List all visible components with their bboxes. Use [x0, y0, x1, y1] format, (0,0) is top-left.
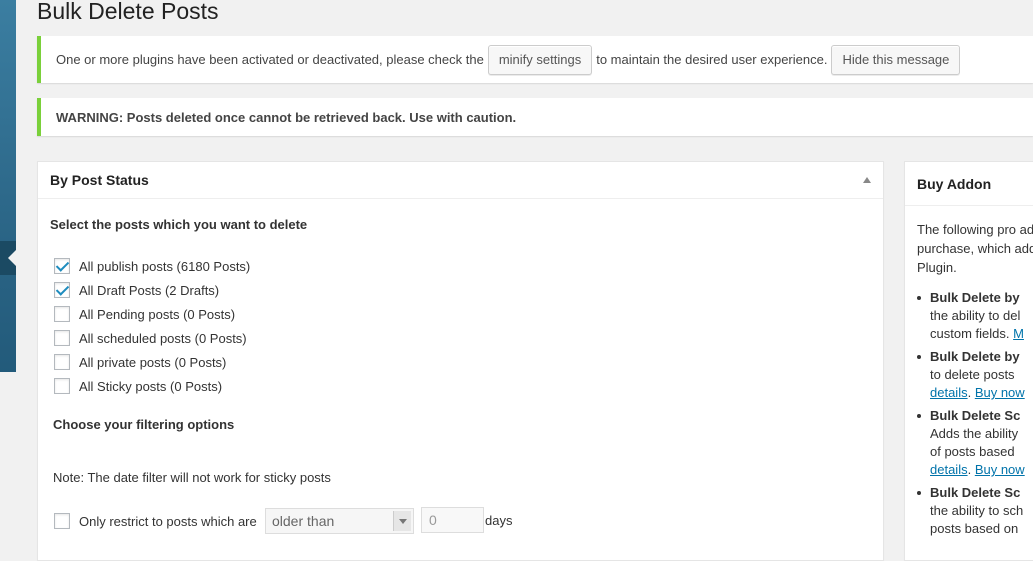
- addon-desc: posts based on: [930, 521, 1019, 536]
- select-arrow-icon: [393, 511, 411, 531]
- buy-addon-title: Buy Addon: [917, 175, 992, 192]
- addon-list: Bulk Delete by the ability to del custom…: [917, 289, 1033, 543]
- restrict-operator-value: older than: [272, 513, 335, 529]
- buy-now-link[interactable]: Buy now: [975, 462, 1025, 477]
- addon-item: Bulk Delete Sc Adds the ability of posts…: [917, 407, 1033, 479]
- admin-menu-lower: [0, 372, 16, 542]
- hide-message-button[interactable]: Hide this message: [831, 44, 961, 75]
- filter-heading: Choose your filtering options: [53, 417, 235, 432]
- restrict-operator-select[interactable]: older than: [265, 508, 414, 534]
- plugins-notice-text-after: to maintain the desired user experience.: [596, 52, 828, 67]
- option-publish-checkbox[interactable]: [54, 258, 70, 274]
- restrict-checkbox[interactable]: [54, 513, 70, 529]
- restrict-row[interactable]: Only restrict to posts which are: [54, 513, 257, 529]
- by-post-status-box: By Post Status Select the posts which yo…: [37, 161, 884, 561]
- addon-item: Bulk Delete by the ability to del custom…: [917, 289, 1033, 343]
- buy-now-link[interactable]: Buy now: [975, 385, 1025, 400]
- addon-desc: the ability to sch: [930, 503, 1024, 518]
- more-details-link[interactable]: M: [1013, 326, 1024, 341]
- sticky-note: Note: The date filter will not work for …: [53, 470, 331, 485]
- addon-desc: to delete posts: [930, 367, 1015, 382]
- addon-title: Bulk Delete by: [930, 290, 1020, 305]
- option-draft-row[interactable]: All Draft Posts (2 Drafts): [54, 282, 219, 298]
- intro-line: purchase, which add: [917, 241, 1033, 256]
- option-scheduled-label: All scheduled posts (0 Posts): [79, 330, 247, 346]
- intro-line: Plugin.: [917, 260, 957, 275]
- addon-item: Bulk Delete by to delete posts details. …: [917, 348, 1033, 402]
- option-private-checkbox[interactable]: [54, 354, 70, 370]
- option-pending-checkbox[interactable]: [54, 306, 70, 322]
- buy-addon-box: Buy Addon The following pro add purchase…: [904, 161, 1033, 561]
- select-posts-label: Select the posts which you want to delet…: [50, 217, 308, 232]
- page-title: Bulk Delete Posts: [37, 0, 219, 24]
- addon-title: Bulk Delete Sc: [930, 485, 1021, 500]
- by-post-status-header[interactable]: By Post Status: [38, 162, 883, 199]
- addon-desc: the ability to del: [930, 308, 1021, 323]
- warning-notice: WARNING: Posts deleted once cannot be re…: [37, 98, 1033, 136]
- option-private-label: All private posts (0 Posts): [79, 354, 227, 370]
- details-link[interactable]: details: [930, 385, 968, 400]
- intro-line: The following pro add: [917, 222, 1033, 237]
- details-link[interactable]: details: [930, 462, 968, 477]
- option-draft-label: All Draft Posts (2 Drafts): [79, 282, 220, 298]
- option-sticky-checkbox[interactable]: [54, 378, 70, 394]
- addon-item: Bulk Delete Sc the ability to sch posts …: [917, 484, 1033, 538]
- minify-settings-button[interactable]: minify settings: [487, 44, 593, 75]
- current-menu-arrow: [0, 241, 16, 275]
- option-draft-checkbox[interactable]: [54, 282, 70, 298]
- restrict-unit-label: days: [485, 513, 513, 528]
- plugins-notice: One or more plugins have been activated …: [37, 36, 1033, 83]
- by-post-status-title: By Post Status: [50, 172, 149, 188]
- option-scheduled-checkbox[interactable]: [54, 330, 70, 346]
- option-sticky-label: All Sticky posts (0 Posts): [79, 378, 223, 394]
- addon-desc: of posts based: [930, 444, 1015, 459]
- addon-desc: Adds the ability: [930, 426, 1019, 441]
- option-private-row[interactable]: All private posts (0 Posts): [54, 354, 226, 370]
- option-publish-label: All publish posts (6180 Posts): [79, 258, 251, 274]
- restrict-days-value: 0: [429, 512, 437, 528]
- buy-addon-header[interactable]: Buy Addon: [905, 162, 1033, 206]
- restrict-days-input[interactable]: 0: [421, 507, 484, 533]
- plugins-notice-text-before: One or more plugins have been activated …: [56, 52, 484, 67]
- warning-text: WARNING: Posts deleted once cannot be re…: [56, 109, 517, 125]
- collapse-toggle-icon[interactable]: [863, 177, 871, 183]
- addon-title: Bulk Delete Sc: [930, 408, 1021, 423]
- option-scheduled-row[interactable]: All scheduled posts (0 Posts): [54, 330, 247, 346]
- addon-title: Bulk Delete by: [930, 349, 1020, 364]
- content-area: Bulk Delete Posts One or more plugins ha…: [16, 0, 1033, 561]
- addon-desc: custom fields.: [930, 326, 1010, 341]
- option-pending-label: All Pending posts (0 Posts): [79, 306, 236, 322]
- admin-menu-strip: [0, 0, 16, 542]
- option-sticky-row[interactable]: All Sticky posts (0 Posts): [54, 378, 222, 394]
- option-publish-row[interactable]: All publish posts (6180 Posts): [54, 258, 250, 274]
- option-pending-row[interactable]: All Pending posts (0 Posts): [54, 306, 235, 322]
- restrict-label: Only restrict to posts which are: [79, 513, 257, 529]
- buy-addon-intro: The following pro add purchase, which ad…: [917, 220, 1033, 277]
